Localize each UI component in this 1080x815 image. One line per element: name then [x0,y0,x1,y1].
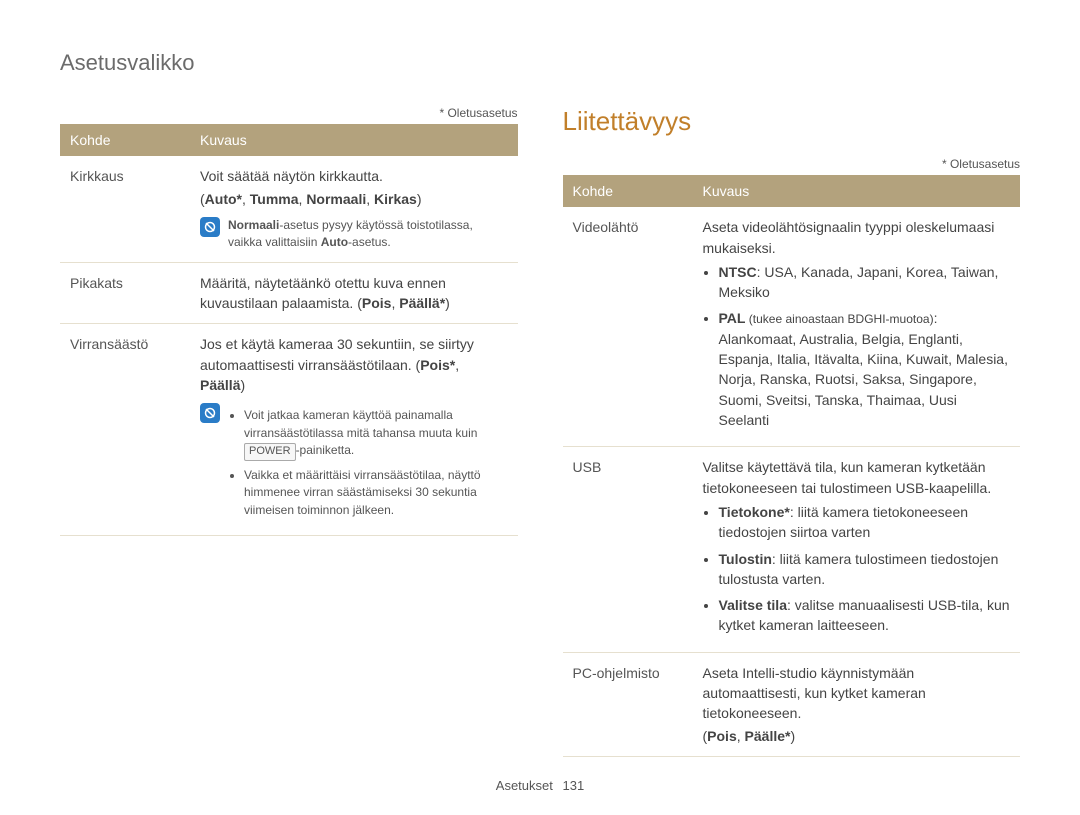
page-title: Asetusvalikko [60,50,1020,76]
row-desc-virransaasto: Jos et käytä kameraa 30 sekuntiin, se si… [190,324,518,536]
table-row: USB Valitse käytettävä tila, kun kameran… [563,447,1021,652]
text: Aseta Intelli-studio käynnistymään autom… [703,663,1011,724]
table-row: Virransäästö Jos et käytä kameraa 30 sek… [60,324,518,536]
note-icon [200,403,220,423]
footer: Asetukset 131 [0,778,1080,793]
default-note-right: * Oletusasetus [563,157,1021,171]
list-item: Voit jatkaa kameran käyttöä painamalla v… [244,407,508,461]
default-note-left: * Oletusasetus [60,106,518,120]
options: (Auto*, Tumma, Normaali, Kirkas) [200,189,508,209]
list-item: Tietokone*: liitä kamera tietokoneeseen … [719,502,1011,543]
row-desc-kirkkaus: Voit säätää näytön kirkkautta. (Auto*, T… [190,156,518,262]
note-icon [200,217,220,237]
text: Valitse käytettävä tila, kun kameran kyt… [703,457,1011,498]
row-key-videolahto: Videolähtö [563,207,693,447]
row-key-virransaasto: Virransäästö [60,324,190,536]
row-desc-pcohj: Aseta Intelli-studio käynnistymään autom… [693,652,1021,756]
note-text: Normaali-asetus pysyy käytössä toistotil… [228,217,508,252]
list-item: NTSC: USA, Kanada, Japani, Korea, Taiwan… [719,262,1011,303]
table-row: Kirkkaus Voit säätää näytön kirkkautta. … [60,156,518,262]
text: Aseta videolähtösignaalin tyyppi oleskel… [703,217,1011,258]
table-row: Pikakats Määritä, näytetäänkö otettu kuv… [60,262,518,324]
power-key: POWER [244,443,296,461]
row-desc-videolahto: Aseta videolähtösignaalin tyyppi oleskel… [693,207,1021,447]
left-column: * Oletusasetus Kohde Kuvaus Kirkkaus Voi… [60,106,518,757]
footer-label: Asetukset [496,778,553,793]
row-desc-usb: Valitse käytettävä tila, kun kameran kyt… [693,447,1021,652]
col-header-kuvaus: Kuvaus [190,124,518,156]
left-table: Kohde Kuvaus Kirkkaus Voit säätää näytön… [60,124,518,536]
page-number: 131 [563,778,585,793]
row-key-kirkkaus: Kirkkaus [60,156,190,262]
row-key-usb: USB [563,447,693,652]
note-text: Voit jatkaa kameran käyttöä painamalla v… [228,403,508,525]
text: Voit säätää näytön kirkkautta. [200,166,508,186]
col-header-kohde: Kohde [563,175,693,207]
list-item: Vaikka et määrittäisi virransäästötilaa,… [244,467,508,519]
row-key-pcohj: PC-ohjelmisto [563,652,693,756]
table-row: PC-ohjelmisto Aseta Intelli-studio käynn… [563,652,1021,756]
row-desc-pikakats: Määritä, näytetäänkö otettu kuva ennen k… [190,262,518,324]
col-header-kohde: Kohde [60,124,190,156]
right-table: Kohde Kuvaus Videolähtö Aseta videolähtö… [563,175,1021,757]
section-heading: Liitettävyys [563,106,1021,137]
list-item: Tulostin: liitä kamera tulostimeen tiedo… [719,549,1011,590]
col-header-kuvaus: Kuvaus [693,175,1021,207]
list-item: Valitse tila: valitse manuaalisesti USB-… [719,595,1011,636]
list-item: PAL (tukee ainoastaan BDGHI-muotoa): Ala… [719,308,1011,430]
table-row: Videolähtö Aseta videolähtösignaalin tyy… [563,207,1021,447]
row-key-pikakats: Pikakats [60,262,190,324]
right-column: Liitettävyys * Oletusasetus Kohde Kuvaus… [563,106,1021,757]
